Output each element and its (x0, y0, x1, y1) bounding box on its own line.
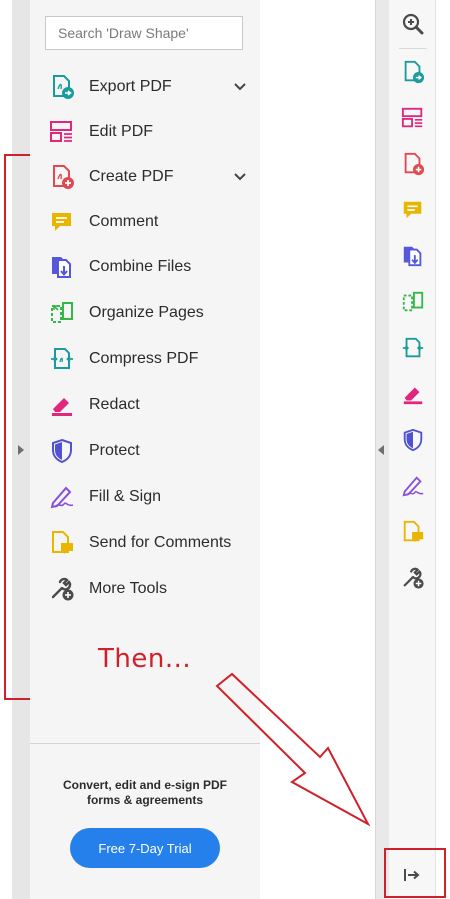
rail-protect-button[interactable] (399, 426, 427, 454)
fill-sign-icon (48, 483, 76, 511)
comment-icon (403, 201, 422, 219)
tool-label: Fill & Sign (89, 488, 162, 505)
combine-files-icon (403, 246, 422, 267)
organize-pages-icon (402, 291, 424, 312)
rail-zoom-button[interactable] (399, 10, 427, 38)
rail-organize-pages-button[interactable] (399, 288, 427, 316)
zoom-in-icon (402, 13, 424, 35)
create-pdf-icon (48, 163, 76, 191)
tool-export-pdf[interactable]: Export PDF (48, 69, 248, 105)
tool-label: Combine Files (89, 258, 192, 275)
redact-icon (48, 391, 76, 419)
edit-pdf-icon (401, 107, 423, 128)
tool-fill-sign[interactable]: Fill & Sign (48, 479, 248, 515)
tool-label: Send for Comments (89, 534, 232, 551)
rail-create-pdf-button[interactable] (399, 150, 427, 178)
tool-label: More Tools (89, 580, 167, 597)
tool-protect[interactable]: Protect (48, 433, 248, 469)
more-tools-icon (403, 567, 424, 589)
rail-divider (399, 48, 427, 49)
export-pdf-icon (48, 73, 76, 101)
tool-redact[interactable]: Redact (48, 387, 248, 423)
export-pdf-icon (404, 60, 425, 84)
compress-pdf-icon (48, 345, 76, 373)
annotation-then-text: Then... (98, 644, 192, 674)
annotation-arrow (215, 672, 371, 827)
rail-send-comments-button[interactable] (399, 518, 427, 546)
rail-combine-files-button[interactable] (399, 242, 427, 270)
chevron-down-icon[interactable] (232, 169, 248, 185)
protect-icon (403, 428, 423, 452)
tool-combine-files[interactable]: Combine Files (48, 249, 248, 285)
compress-pdf-icon (402, 337, 424, 358)
tool-label: Compress PDF (89, 350, 199, 367)
send-comments-icon (48, 529, 76, 557)
tool-send-for-comments[interactable]: Send for Comments (48, 525, 248, 561)
rail-redact-button[interactable] (399, 380, 427, 408)
tool-label: Protect (89, 442, 140, 459)
more-tools-icon (48, 575, 76, 603)
tool-label: Comment (89, 213, 159, 230)
comment-icon (48, 208, 76, 236)
tool-label: Redact (89, 396, 140, 413)
rail-comment-button[interactable] (399, 196, 427, 224)
caret-left-icon (378, 445, 384, 455)
tool-label: Export PDF (89, 78, 172, 95)
tool-more-tools[interactable]: More Tools (48, 571, 248, 607)
protect-icon (48, 437, 76, 465)
chevron-down-icon[interactable] (232, 79, 248, 95)
tool-label: Edit PDF (89, 123, 154, 140)
tool-comment[interactable]: Comment (48, 204, 248, 240)
redact-icon (403, 387, 423, 405)
right-edge (436, 0, 450, 899)
free-trial-button[interactable]: Free 7-Day Trial (70, 828, 220, 868)
rail-export-pdf-button[interactable] (399, 58, 427, 86)
create-pdf-icon (404, 152, 425, 176)
organize-pages-icon (48, 299, 76, 327)
edit-pdf-icon (48, 118, 76, 146)
rail-compress-pdf-button[interactable] (399, 334, 427, 362)
tool-organize-pages[interactable]: Organize Pages (48, 295, 248, 331)
combine-files-icon (48, 253, 76, 281)
fill-sign-icon (402, 476, 424, 497)
tool-compress-pdf[interactable]: Compress PDF (48, 341, 248, 377)
collapse-rail-button[interactable] (389, 852, 435, 898)
tool-edit-pdf[interactable]: Edit PDF (48, 114, 248, 150)
rail-fill-sign-button[interactable] (399, 472, 427, 500)
tool-label: Organize Pages (89, 304, 204, 321)
tool-search-input[interactable] (45, 16, 243, 50)
collapse-right-pane-toggle[interactable] (374, 442, 388, 458)
rail-edit-pdf-button[interactable] (399, 104, 427, 132)
tool-label: Create PDF (89, 168, 174, 185)
tool-create-pdf[interactable]: Create PDF (48, 159, 248, 195)
caret-right-icon (18, 445, 24, 455)
collapse-to-edge-icon (404, 869, 420, 881)
expand-left-pane-toggle[interactable] (14, 442, 28, 458)
send-comments-icon (403, 520, 424, 543)
rail-more-tools-button[interactable] (399, 564, 427, 592)
